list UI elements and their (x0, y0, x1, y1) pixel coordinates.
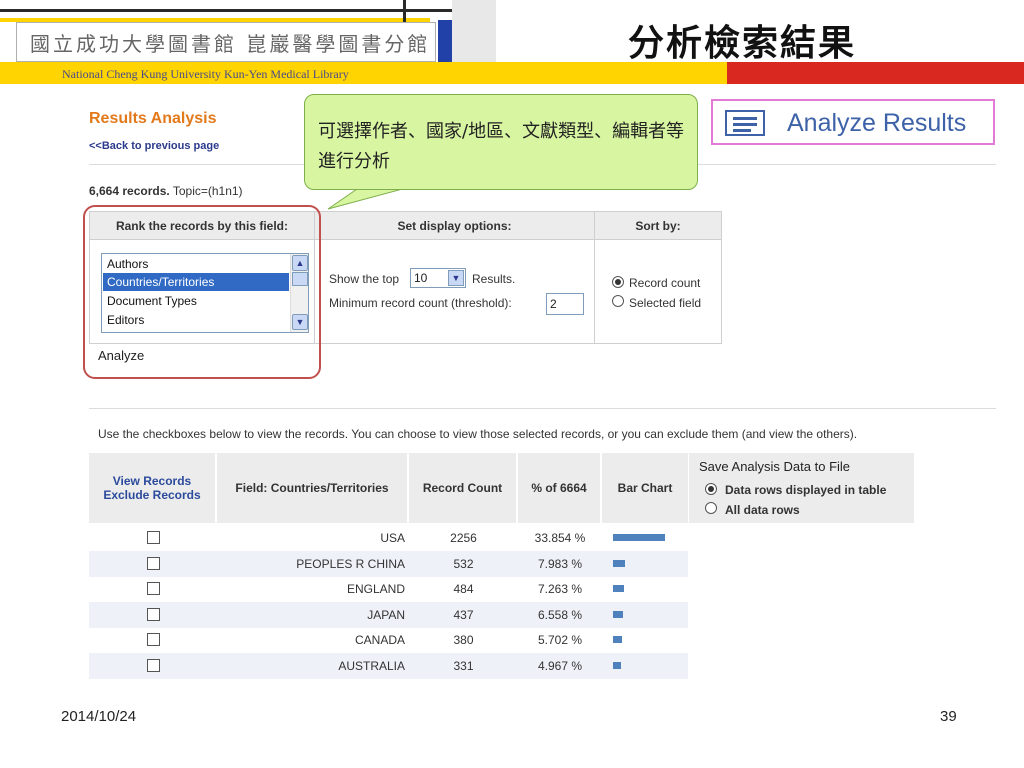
percent-cell: 4.967 % (537, 658, 583, 673)
sort-selected-field-label: Selected field (629, 296, 702, 310)
bar-chart-bar (613, 610, 623, 618)
chevron-down-icon[interactable]: ▼ (448, 270, 464, 286)
header-vertical-line (403, 0, 406, 24)
sort-record-count-label: Record count (629, 276, 701, 290)
record-checkbox[interactable] (147, 633, 160, 646)
table-row: CANADA 380 5.702 % (89, 627, 688, 653)
record-checkbox[interactable] (147, 607, 160, 621)
table-row: USA 2256 33.854 % (89, 525, 688, 551)
header-grey-strip (452, 0, 496, 62)
callout-text: 可選擇作者、國家/地區、文獻類型、編輯者等進行分析 (318, 121, 685, 172)
country-cell: USA (380, 531, 405, 545)
field-column-header: Field: Countries/Territories (217, 453, 409, 523)
table-row: PEOPLES R CHINA 532 7.983 % (89, 550, 688, 577)
middle-divider (89, 408, 996, 409)
results-label: Results. (472, 272, 516, 286)
country-cell: ENGLAND (346, 582, 405, 596)
threshold-label: Minimum record count (threshold): (329, 296, 512, 310)
record-count-cell: 331 (453, 658, 474, 673)
table-row: JAPAN 437 6.558 % (89, 601, 688, 628)
footer-date: 2014/10/24 (61, 708, 137, 725)
show-top-select[interactable]: 10 ▼ (410, 268, 466, 288)
save-analysis-title: Save Analysis Data to File (699, 459, 851, 474)
library-name-chinese: 國立成功大學圖書館 崑巖醫學圖書分館 (30, 32, 431, 56)
show-top-label: Show the top (329, 272, 400, 286)
records-summary: 6,664 records. Topic=(h1n1) (89, 184, 243, 198)
save-all-rows-radio[interactable] (705, 502, 717, 514)
record-checkbox[interactable] (147, 582, 160, 595)
record-checkbox[interactable] (147, 658, 160, 672)
table-row: AUSTRALIA 331 4.967 % (89, 652, 688, 679)
percent-cell: 33.854 % (534, 531, 586, 545)
display-options-cell: Show the top 10 ▼ Results. Minimum recor… (315, 240, 595, 343)
record-checkbox[interactable] (147, 531, 160, 544)
record-count-column-header: Record Count (409, 453, 518, 523)
country-cell: JAPAN (367, 607, 405, 622)
analyze-results-badge: Analyze Results (711, 99, 995, 145)
percent-cell: 5.702 % (537, 633, 583, 647)
results-analysis-title: Results Analysis (89, 110, 217, 127)
record-count-cell: 484 (453, 582, 474, 596)
table-row: ENGLAND 484 7.263 % (89, 576, 688, 602)
analyze-results-icon (725, 110, 765, 136)
record-checkbox[interactable] (147, 556, 160, 570)
save-table-rows-radio[interactable] (705, 483, 717, 495)
record-count: 6,664 records. (89, 184, 170, 198)
sort-record-count-radio[interactable] (612, 276, 624, 288)
record-count-cell: 380 (453, 633, 474, 647)
bar-chart-bar (613, 661, 621, 669)
header-blue-block (438, 20, 452, 62)
analyze-results-label: Analyze Results (787, 109, 967, 137)
bar-chart-column-header: Bar Chart (602, 453, 688, 523)
bar-chart-bar (613, 534, 665, 541)
header-dark-line (0, 9, 470, 12)
country-cell: CANADA (354, 633, 405, 647)
save-table-rows-label: Data rows displayed in table (725, 483, 887, 497)
sort-selected-field-radio[interactable] (612, 295, 624, 307)
record-count-cell: 2256 (450, 531, 477, 545)
percent-cell: 7.983 % (537, 556, 583, 571)
save-all-rows-label: All data rows (725, 503, 800, 517)
back-link[interactable]: <<Back to previous page (89, 140, 219, 152)
checkbox-instructions: Use the checkboxes below to view the rec… (98, 427, 858, 441)
save-analysis-panel: Save Analysis Data to File Data rows dis… (689, 453, 914, 523)
slide-title: 分析檢索結果 (628, 22, 857, 64)
sort-by-header: Sort by: (595, 212, 721, 240)
bar-chart-bar (613, 585, 624, 592)
percent-column-header: % of 6664 (518, 453, 602, 523)
bar-chart-bar (613, 636, 622, 643)
library-name-english: National Cheng Kung University Kun-Yen M… (62, 67, 349, 81)
view-records-link[interactable]: View Records (103, 474, 200, 488)
record-count-cell: 532 (453, 556, 474, 571)
threshold-input[interactable]: 2 (546, 293, 584, 315)
page-number: 39 (940, 708, 957, 725)
bar-chart-bar (613, 559, 625, 567)
topic-query: Topic=(h1n1) (172, 184, 243, 198)
exclude-records-link[interactable]: Exclude Records (103, 488, 200, 502)
highlight-outline (83, 205, 321, 379)
percent-cell: 7.263 % (537, 582, 583, 596)
callout-tail (327, 187, 411, 210)
country-cell: AUSTRALIA (338, 658, 405, 673)
sort-by-cell: Record count Selected field (595, 240, 721, 343)
view-exclude-header[interactable]: View Records Exclude Records (89, 453, 217, 523)
country-cell: PEOPLES R CHINA (296, 556, 405, 571)
percent-cell: 6.558 % (537, 607, 583, 622)
record-count-cell: 437 (453, 607, 474, 622)
